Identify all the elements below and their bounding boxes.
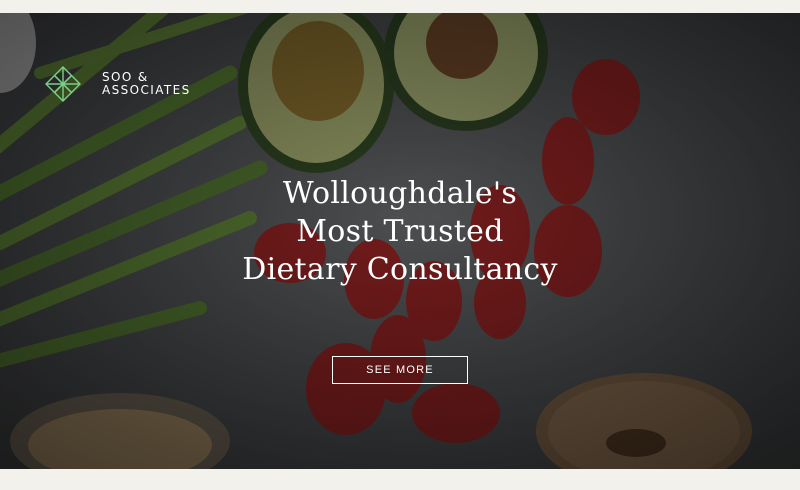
hero-banner: SOO & ASSOCIATES Wolloughdale's Most Tru… [0,13,800,469]
brand-name-line-2: ASSOCIATES [102,83,191,97]
headline-line-1: Wolloughdale's [282,176,518,211]
headline-line-2: Most Trusted [296,214,504,249]
lattice-logo-icon [45,66,81,102]
see-more-button[interactable]: SEE MORE [332,356,468,384]
headline-line-3: Dietary Consultancy [242,252,558,287]
brand-logo[interactable]: SOO & ASSOCIATES [44,65,191,103]
brand-name: SOO & ASSOCIATES [102,71,191,97]
hero-headline: Wolloughdale's Most Trusted Dietary Cons… [200,175,600,289]
